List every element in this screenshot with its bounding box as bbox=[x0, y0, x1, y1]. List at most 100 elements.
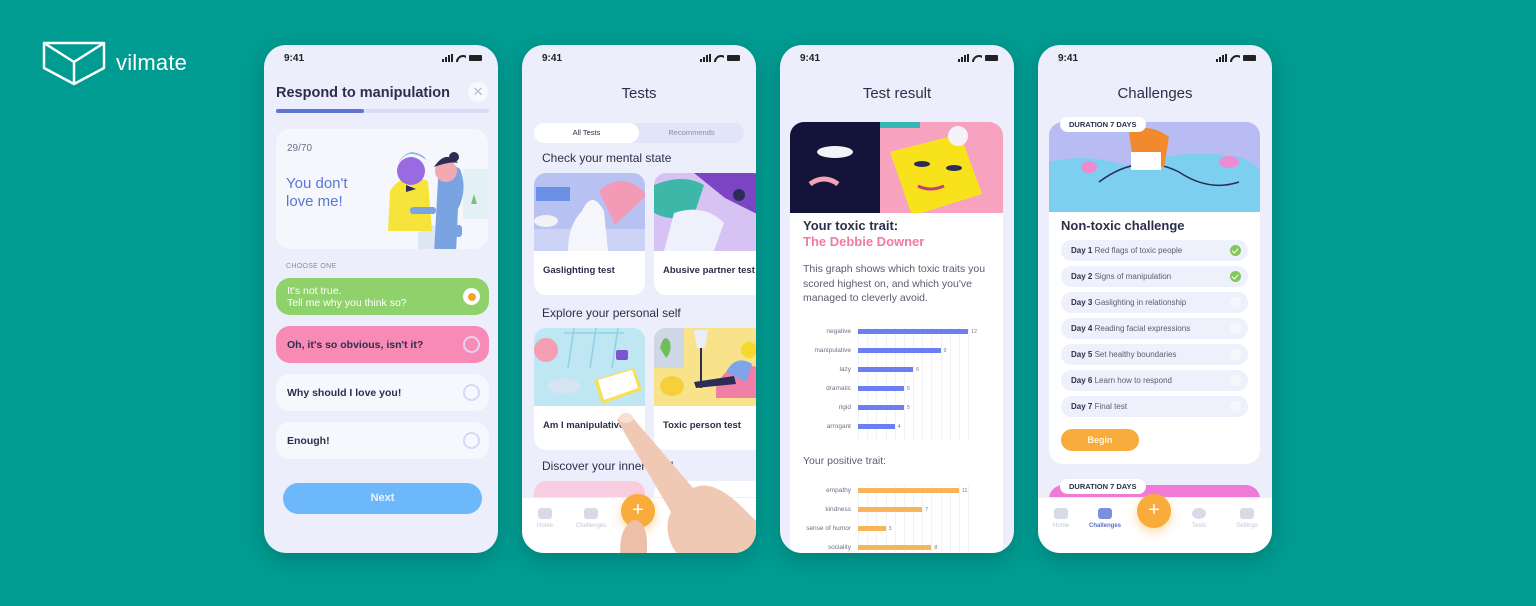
day-number: Day 2 bbox=[1071, 272, 1093, 281]
chart-value-label: 9 bbox=[943, 348, 947, 354]
chart-row: empathy 11 bbox=[790, 486, 1003, 496]
challenge-day-item[interactable]: Day 2 Signs of manipulation bbox=[1061, 266, 1248, 287]
chart-value-label: 3 bbox=[888, 526, 892, 532]
envelope-cube-logo-icon bbox=[42, 41, 106, 86]
challenge-day-item[interactable]: Day 4 Reading facial expressions bbox=[1061, 318, 1248, 339]
begin-button[interactable]: Begin bbox=[1061, 429, 1139, 451]
answer-option-label: Enough! bbox=[287, 434, 330, 447]
answer-option-1[interactable]: It's not true. Tell me why you think so? bbox=[276, 278, 489, 315]
trait-name: The Debbie Downer bbox=[803, 234, 925, 249]
answer-option-label: It's not true. Tell me why you think so? bbox=[287, 284, 407, 309]
chart-row: sense of humor 3 bbox=[790, 524, 1003, 534]
challenge-day-item[interactable]: Day 1 Red flags of toxic people bbox=[1061, 240, 1248, 261]
signal-icon bbox=[442, 54, 453, 62]
tab-challenges[interactable]: Challenges bbox=[1082, 508, 1128, 529]
page-title: Tests bbox=[621, 85, 657, 102]
tab-settings[interactable]: Settings bbox=[1224, 508, 1270, 529]
radio-icon[interactable] bbox=[463, 384, 480, 401]
tab-tests[interactable]: Tests bbox=[1176, 508, 1222, 529]
check-done-icon bbox=[1230, 245, 1241, 256]
challenge-card[interactable]: Non-toxic challenge Day 1 Red flags of t… bbox=[1049, 122, 1260, 464]
tab-all-tests[interactable]: All Tests bbox=[534, 123, 639, 143]
check-pending-icon bbox=[1230, 323, 1241, 334]
page-title: Test result bbox=[862, 85, 932, 102]
day-label: Signs of manipulation bbox=[1094, 272, 1172, 281]
close-button[interactable]: ✕ bbox=[468, 82, 488, 102]
chart-category-label: dramatic bbox=[826, 385, 851, 392]
chart-bar bbox=[858, 545, 932, 550]
wifi-icon bbox=[1230, 54, 1240, 62]
day-number: Day 7 bbox=[1071, 402, 1093, 411]
challenges-icon bbox=[1098, 508, 1112, 519]
tab-challenges[interactable]: Challenges bbox=[568, 508, 614, 529]
page-title: Respond to manipulation bbox=[276, 85, 450, 101]
check-pending-icon bbox=[1230, 297, 1241, 308]
radio-icon[interactable] bbox=[463, 336, 480, 353]
answer-option-4[interactable]: Enough! bbox=[276, 422, 489, 459]
chart-category-label: lazy bbox=[839, 366, 851, 373]
challenge-day-item[interactable]: Day 5 Set healthy boundaries bbox=[1061, 344, 1248, 365]
chart-row: kindness 7 bbox=[790, 505, 1003, 515]
check-done-icon bbox=[1230, 271, 1241, 282]
radio-selected-icon[interactable] bbox=[463, 288, 480, 305]
status-time: 9:41 bbox=[1058, 52, 1079, 64]
chart-bar bbox=[858, 488, 959, 493]
couple-illustration bbox=[388, 152, 488, 249]
progress-fill bbox=[276, 109, 365, 113]
challenge-day-item[interactable]: Day 7 Final test bbox=[1061, 396, 1248, 417]
battery-icon bbox=[727, 55, 740, 61]
day-number: Day 4 bbox=[1071, 324, 1093, 333]
tab-home[interactable]: Home bbox=[522, 508, 568, 529]
test-card-abusive-partner[interactable]: Abusive partner test bbox=[654, 173, 756, 295]
tests-icon bbox=[1192, 508, 1206, 519]
chart-row: sociality 8 bbox=[790, 543, 1003, 553]
answer-option-label: Oh, it's so obvious, isn't it? bbox=[287, 338, 424, 351]
tests-segmented-control: All Tests Recommends bbox=[534, 123, 744, 143]
chart-value-label: 6 bbox=[916, 367, 920, 373]
add-button[interactable]: + bbox=[1137, 494, 1171, 528]
answer-option-label: Why should I love you! bbox=[287, 386, 402, 399]
chart-category-label: arrogant bbox=[826, 423, 851, 430]
phone-result-screen: 9:41 Test result Your toxic trait: The D… bbox=[780, 45, 1014, 553]
debbie-downer-illustration bbox=[790, 122, 1003, 216]
challenge-day-item[interactable]: Day 6 Learn how to respond bbox=[1061, 370, 1248, 391]
chart-category-label: sense of humor bbox=[806, 525, 851, 532]
day-number: Day 5 bbox=[1071, 350, 1093, 359]
chart-category-label: kindness bbox=[825, 506, 851, 513]
day-label: Reading facial expressions bbox=[1094, 324, 1191, 333]
chart-bar bbox=[858, 424, 895, 429]
chart-category-label: negative bbox=[826, 328, 851, 335]
brand-logo: vilmate bbox=[42, 40, 187, 86]
trait-heading: Your toxic trait: The Debbie Downer bbox=[803, 218, 925, 249]
abusive-partner-illustration bbox=[654, 173, 756, 251]
chart-category-label: manipulative bbox=[814, 347, 852, 354]
hand-pointer-illustration bbox=[617, 413, 756, 553]
signal-icon bbox=[958, 54, 969, 62]
test-card-gaslighting[interactable]: Gaslighting test bbox=[534, 173, 645, 295]
tab-home[interactable]: Home bbox=[1038, 508, 1084, 529]
status-bar: 9:41 bbox=[1058, 51, 1256, 65]
answer-option-3[interactable]: Why should I love you! bbox=[276, 374, 489, 411]
chart-category-label: sociality bbox=[827, 544, 851, 551]
signal-icon bbox=[700, 54, 711, 62]
brand-name: vilmate bbox=[116, 50, 188, 75]
chart-bar bbox=[858, 405, 904, 410]
settings-icon bbox=[1240, 508, 1254, 519]
test-card-label: Abusive partner test bbox=[663, 265, 755, 276]
chart-bar bbox=[858, 329, 968, 334]
tab-recommends[interactable]: Recommends bbox=[639, 123, 744, 143]
next-button[interactable]: Next bbox=[283, 483, 482, 514]
phone-challenges-screen: 9:41 Challenges DURATION 7 DAYS Non-toxi… bbox=[1038, 45, 1272, 553]
test-card-label: Gaslighting test bbox=[543, 265, 615, 276]
wifi-icon bbox=[972, 54, 982, 62]
check-pending-icon bbox=[1230, 349, 1241, 360]
chart-value-label: 12 bbox=[971, 329, 978, 335]
answer-option-2[interactable]: Oh, it's so obvious, isn't it? bbox=[276, 326, 489, 363]
day-label: Learn how to respond bbox=[1094, 376, 1172, 385]
chart-row: dramatic 5 bbox=[790, 384, 1003, 394]
challenge-day-item[interactable]: Day 3 Gaslighting in relationship bbox=[1061, 292, 1248, 313]
radio-icon[interactable] bbox=[463, 432, 480, 449]
chart-category-label: rigid bbox=[838, 404, 851, 411]
chart-bar bbox=[858, 526, 886, 531]
page-title: Challenges bbox=[1117, 85, 1193, 102]
